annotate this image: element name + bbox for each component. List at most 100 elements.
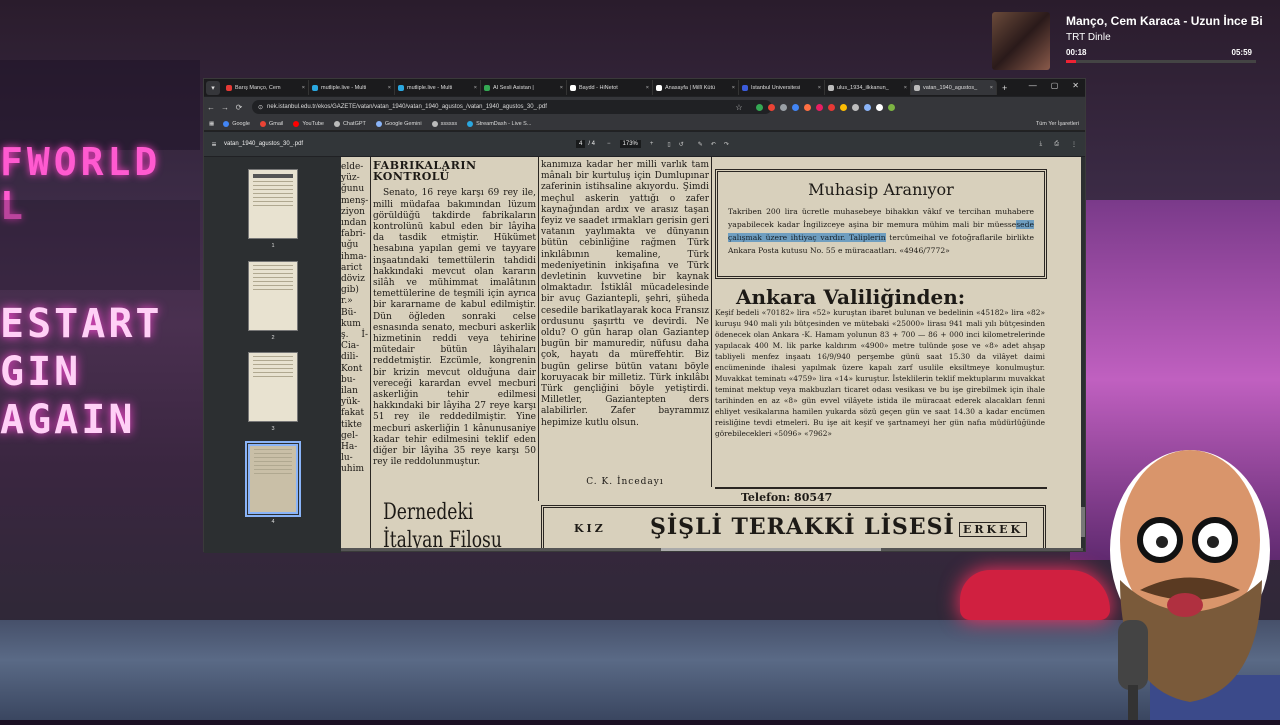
zoom-input[interactable]: 173% xyxy=(619,140,641,148)
article-headline-italyan: Dernedeki İtalyan Filosu Bombalandı xyxy=(383,500,502,551)
rotate-icon[interactable]: ↺ xyxy=(679,141,684,148)
page-thumbnail[interactable] xyxy=(248,352,298,422)
bookmark-icon xyxy=(293,120,300,127)
redo-icon[interactable]: ↷ xyxy=(724,141,729,148)
tab-close-icon[interactable]: × xyxy=(732,85,735,91)
extension-icon[interactable] xyxy=(876,103,883,111)
tab-close-icon[interactable]: × xyxy=(302,85,305,91)
page-thumbnail[interactable] xyxy=(248,261,298,331)
all-bookmarks[interactable]: Tüm Yer İşaretleri xyxy=(1036,121,1079,127)
page-thumbnail[interactable] xyxy=(248,169,298,239)
site-info-icon[interactable]: ⊙ xyxy=(258,104,263,111)
tab[interactable]: ulus_1934_ilkkanun_ × xyxy=(825,80,911,95)
menu-icon[interactable]: ≡ xyxy=(204,140,224,149)
bookmark-item[interactable]: ChatGPT xyxy=(333,120,366,127)
browser-window: ▾ Barış Manço, Cem × mutliple.live - Multi… xyxy=(203,78,1086,553)
bookmark-icon xyxy=(223,120,230,127)
bookmark-label: Google xyxy=(232,120,250,127)
extension-icon[interactable] xyxy=(828,103,835,111)
bookmark-item[interactable]: YouTube xyxy=(293,120,324,127)
column-rule xyxy=(370,157,371,551)
page-thumbnail-selected[interactable] xyxy=(245,441,301,517)
extensions xyxy=(756,103,895,111)
tab-active[interactable]: vatan_1940_agustos_ × xyxy=(911,80,997,95)
vertical-scrollbar[interactable] xyxy=(1081,157,1085,551)
bookmark-item[interactable]: ssssss xyxy=(431,120,457,127)
scrollbar-thumb[interactable] xyxy=(661,548,881,551)
tab[interactable]: Barış Manço, Cem × xyxy=(223,80,309,95)
more-icon[interactable]: ⋮ xyxy=(1071,141,1077,148)
extension-icon[interactable] xyxy=(804,103,811,111)
back-icon[interactable]: ← xyxy=(204,103,218,112)
tab[interactable]: Baydd - HiNetot × xyxy=(567,80,653,95)
fit-page-icon[interactable]: ▯ xyxy=(667,141,670,148)
download-icon[interactable]: ⤓ xyxy=(1040,141,1043,148)
pdf-viewer[interactable]: elde- yüz- ğunu menş- ziyon ından fabri-… xyxy=(341,157,1083,551)
zoom-in-icon[interactable]: + xyxy=(650,141,654,147)
article-column: FABRİKALARIN KONTROLÜ Senato, 16 reye ka… xyxy=(373,160,536,468)
tab-close-icon[interactable]: × xyxy=(560,85,563,91)
new-tab-button[interactable]: + xyxy=(997,83,1012,93)
extension-icon[interactable] xyxy=(864,103,871,111)
extension-icon[interactable] xyxy=(840,103,847,111)
extension-icon[interactable] xyxy=(780,103,787,111)
tab[interactable]: Anasayfa | Millî Kütü × xyxy=(653,80,739,95)
bookmark-label: ChatGPT xyxy=(342,120,366,127)
tab[interactable]: İstanbul Üniversitesi × xyxy=(739,80,825,95)
reload-icon[interactable]: ⟳ xyxy=(232,103,246,112)
tab-close-icon[interactable]: × xyxy=(646,85,649,91)
bookmark-item[interactable]: Google Gemini xyxy=(375,120,422,127)
undo-icon[interactable]: ↶ xyxy=(711,141,716,148)
tab-label: ulus_1934_ilkkanun_ xyxy=(837,84,889,91)
bookmark-icon xyxy=(375,120,382,127)
tab-strip: ▾ Barış Manço, Cem × mutliple.live - Multi… xyxy=(204,79,1085,96)
extension-icon[interactable] xyxy=(768,103,775,111)
scrollbar-thumb[interactable] xyxy=(1081,507,1085,537)
toolbar: ← → ⟳ ⊙ nek.istanbul.edu.tr/ekos/GAZETE/… xyxy=(204,97,1085,117)
address-bar[interactable]: ⊙ nek.istanbul.edu.tr/ekos/GAZETE/vatan/… xyxy=(252,100,772,114)
apps-icon[interactable]: ▦ xyxy=(209,121,214,127)
print-icon[interactable]: ⎙ xyxy=(1054,141,1059,148)
tab-favicon xyxy=(742,84,748,91)
profile-avatar[interactable] xyxy=(888,103,895,111)
ad-box-muhasip: Muhasip Aranıyor Takriben 200 lira ücret… xyxy=(715,169,1047,279)
tab[interactable]: mutliple.live - Multi × xyxy=(395,80,481,95)
extension-icon[interactable] xyxy=(852,103,859,111)
maximize-icon[interactable]: ▢ xyxy=(1051,81,1059,90)
album-art xyxy=(992,12,1050,70)
horizontal-scrollbar[interactable] xyxy=(341,548,1083,551)
close-icon[interactable]: ✕ xyxy=(1072,81,1079,90)
pdf-toolbar: ≡ vatan_1940_agustos_30_.pdf 4 / 4 − 173… xyxy=(204,132,1085,156)
tab-label: Barış Manço, Cem xyxy=(235,84,281,91)
tab[interactable]: mutliple.live - Multi × xyxy=(309,80,395,95)
tab-close-icon[interactable]: × xyxy=(990,85,993,91)
extension-icon[interactable] xyxy=(756,103,763,111)
extension-icon[interactable] xyxy=(816,103,823,111)
extension-icon[interactable] xyxy=(792,103,799,111)
article-body: kanımıza kadar her milli varlık tam mâna… xyxy=(541,160,709,428)
minimize-icon[interactable]: — xyxy=(1029,81,1037,90)
bookmark-star-icon[interactable]: ☆ xyxy=(732,103,746,112)
tab-close-icon[interactable]: × xyxy=(474,85,477,91)
tab-close-icon[interactable]: × xyxy=(388,85,391,91)
music-widget: Manço, Cem Karaca - Uzun İnce Bi TRT Din… xyxy=(990,10,1280,72)
tab-label: Anasayfa | Millî Kütü xyxy=(665,84,716,91)
tab-favicon xyxy=(570,84,576,91)
sign-line-1: ESTART xyxy=(0,301,163,347)
annotate-icon[interactable]: ✎ xyxy=(698,141,703,148)
bookmark-item[interactable]: StreamDash - Live S... xyxy=(467,120,531,127)
bookmark-item[interactable]: Google xyxy=(223,120,250,127)
tab-label: İstanbul Üniversitesi xyxy=(751,84,801,91)
lise-name: ŞİŞLİ TERAKKİ LİSESİ xyxy=(650,514,955,540)
bookmark-item[interactable]: Gmail xyxy=(259,120,283,127)
page-number-input[interactable]: 4 xyxy=(576,140,586,148)
telefon-text: Telefon: 80547 xyxy=(741,491,833,504)
background-neon-sign-restart: ESTART GIN AGAIN xyxy=(0,300,205,443)
tab-search-button[interactable]: ▾ xyxy=(206,80,220,95)
tab-close-icon[interactable]: × xyxy=(904,85,907,91)
zoom-out-icon[interactable]: − xyxy=(607,141,611,147)
ad-text: Takriben 200 lira ücretle muhasebeye bih… xyxy=(718,199,1044,257)
forward-icon[interactable]: → xyxy=(218,103,232,112)
tab[interactable]: AI Sesli Asistan | × xyxy=(481,80,567,95)
tab-close-icon[interactable]: × xyxy=(818,85,821,91)
